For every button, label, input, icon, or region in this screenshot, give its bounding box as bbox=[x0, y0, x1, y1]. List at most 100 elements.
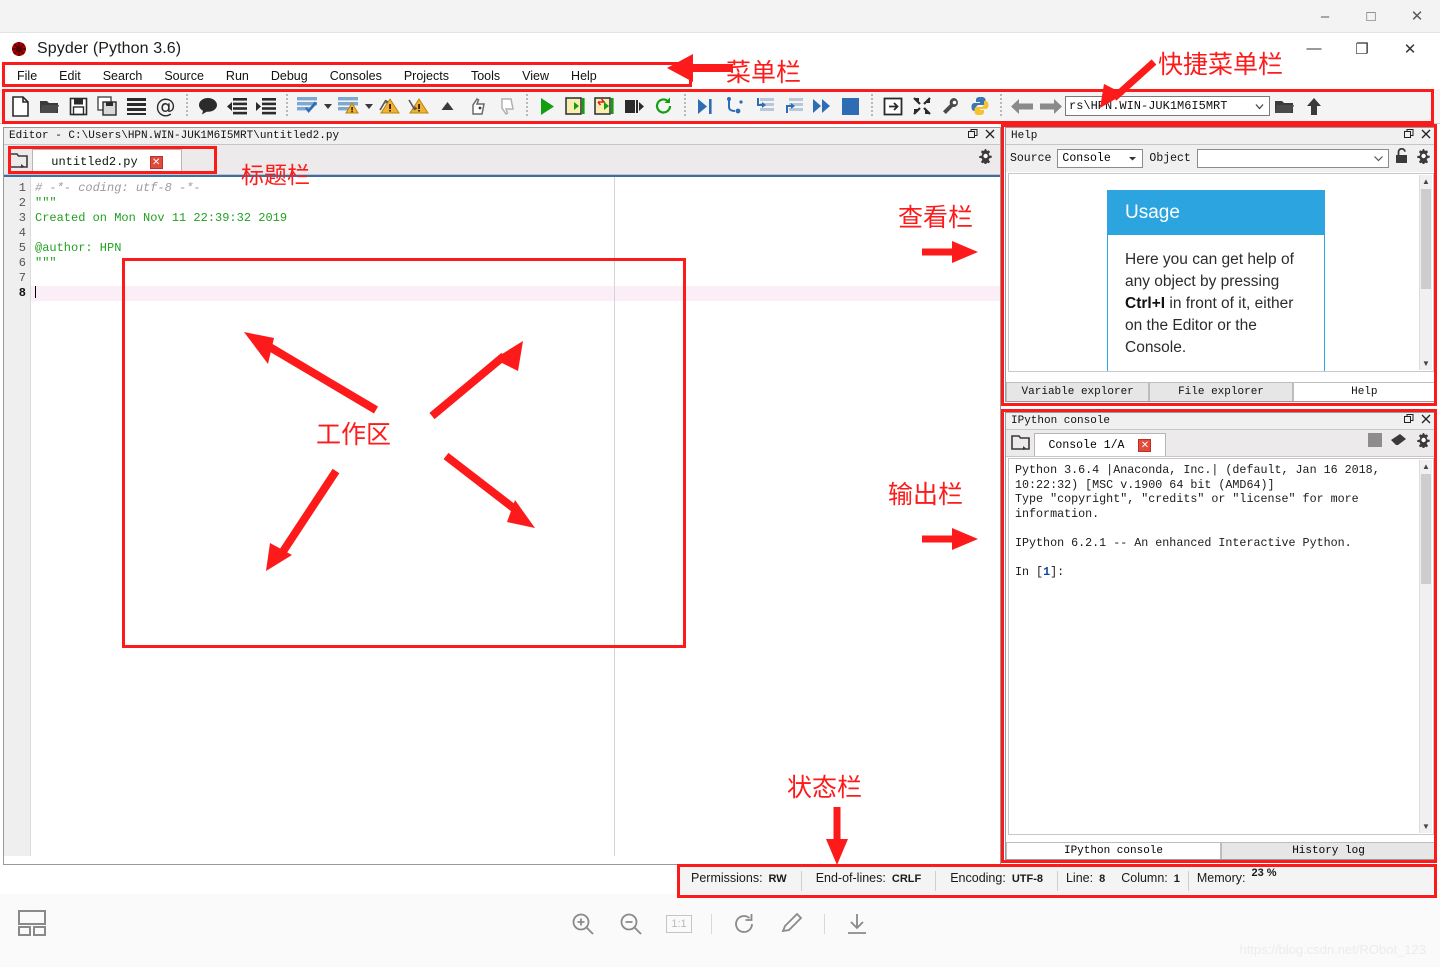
menu-edit[interactable]: Edit bbox=[48, 67, 92, 85]
editor-tab-close-button[interactable]: ✕ bbox=[149, 155, 163, 169]
console-tab-close-button[interactable]: ✕ bbox=[1138, 438, 1152, 452]
unindent-icon[interactable] bbox=[222, 91, 251, 121]
help-scroll-up-icon[interactable]: ▲ bbox=[1420, 175, 1432, 188]
save-file-icon[interactable] bbox=[64, 91, 93, 121]
menu-file[interactable]: File bbox=[6, 67, 48, 85]
status-encoding-value: UTF-8 bbox=[1011, 872, 1043, 885]
console-scrollbar[interactable]: ▲ ▼ bbox=[1419, 460, 1432, 833]
debug-file-icon[interactable] bbox=[691, 91, 720, 121]
warning-previous-icon[interactable] bbox=[375, 91, 404, 121]
file-list-icon[interactable] bbox=[122, 91, 151, 121]
run-warning-dropdown-caret-icon[interactable] bbox=[363, 91, 375, 121]
menu-search[interactable]: Search bbox=[92, 67, 154, 85]
editor-close-icon[interactable] bbox=[985, 129, 995, 143]
zoom-in-icon[interactable] bbox=[567, 908, 599, 940]
console-undock-icon[interactable] bbox=[1404, 414, 1414, 428]
step-over-icon[interactable] bbox=[749, 91, 778, 121]
console-clear-icon[interactable] bbox=[1391, 433, 1407, 452]
help-options-gear-icon[interactable] bbox=[1416, 148, 1432, 169]
menu-debug[interactable]: Debug bbox=[260, 67, 319, 85]
menu-consoles[interactable]: Consoles bbox=[319, 67, 393, 85]
run-warning-icon[interactable] bbox=[334, 91, 363, 121]
editor-text[interactable]: # -*- coding: utf-8 -*- """ Created on M… bbox=[31, 177, 1000, 856]
collapse-up-icon[interactable] bbox=[433, 91, 462, 121]
thumbs-up-icon[interactable] bbox=[462, 91, 491, 121]
warning-next-icon[interactable] bbox=[404, 91, 433, 121]
comment-icon[interactable] bbox=[193, 91, 222, 121]
fullscreen-icon[interactable] bbox=[907, 91, 936, 121]
spyder-minimize-button[interactable]: — bbox=[1290, 33, 1338, 64]
maximize-pane-icon[interactable] bbox=[878, 91, 907, 121]
run-file-icon[interactable] bbox=[533, 91, 562, 121]
help-close-icon[interactable] bbox=[1421, 129, 1431, 143]
back-icon[interactable] bbox=[1007, 91, 1036, 121]
help-source-select[interactable]: Console bbox=[1057, 149, 1144, 168]
console-tab-1a[interactable]: Console 1/A ✕ bbox=[1034, 433, 1166, 456]
console-browse-tabs-icon[interactable] bbox=[1006, 428, 1034, 456]
browse-directory-icon[interactable] bbox=[1270, 91, 1299, 121]
help-lock-icon[interactable] bbox=[1395, 147, 1410, 169]
edit-icon[interactable] bbox=[776, 908, 808, 940]
console-output-area[interactable]: Python 3.6.4 |Anaconda, Inc.| (default, … bbox=[1008, 458, 1434, 835]
indent-icon[interactable] bbox=[251, 91, 280, 121]
spyder-restore-button[interactable]: ❐ bbox=[1338, 33, 1386, 64]
viewer-close-button[interactable]: ✕ bbox=[1394, 0, 1440, 33]
menu-source[interactable]: Source bbox=[153, 67, 215, 85]
console-scroll-down-icon[interactable]: ▼ bbox=[1420, 820, 1432, 833]
re-run-icon[interactable] bbox=[649, 91, 678, 121]
viewer-maximize-button[interactable]: □ bbox=[1348, 0, 1394, 33]
thumbs-down-icon[interactable] bbox=[491, 91, 520, 121]
viewer-minimize-button[interactable]: – bbox=[1302, 0, 1348, 33]
open-file-icon[interactable] bbox=[35, 91, 64, 121]
tab-file-explorer[interactable]: File explorer bbox=[1149, 382, 1293, 401]
editor-code-area[interactable]: 1 2 3 4 5 6 7 8 # -*- coding: utf-8 -*- … bbox=[4, 175, 1000, 856]
actual-size-button[interactable]: 1:1 bbox=[663, 908, 695, 940]
console-stop-icon[interactable] bbox=[1368, 433, 1382, 452]
parent-directory-icon[interactable] bbox=[1299, 91, 1328, 121]
editor-options-gear-icon[interactable] bbox=[978, 148, 994, 169]
browse-tabs-icon[interactable] bbox=[4, 146, 32, 174]
tab-history-log[interactable]: History log bbox=[1221, 842, 1436, 859]
preferences-icon[interactable] bbox=[936, 91, 965, 121]
run-cell-advance-icon[interactable] bbox=[591, 91, 620, 121]
help-scroll-thumb[interactable] bbox=[1421, 189, 1431, 289]
run-cell-icon[interactable] bbox=[562, 91, 591, 121]
step-into-icon[interactable] bbox=[720, 91, 749, 121]
menu-run[interactable]: Run bbox=[215, 67, 260, 85]
console-scroll-thumb[interactable] bbox=[1421, 474, 1431, 584]
tab-ipython-console[interactable]: IPython console bbox=[1006, 842, 1221, 859]
console-close-icon[interactable] bbox=[1421, 414, 1431, 428]
spyder-close-button[interactable]: ✕ bbox=[1386, 33, 1434, 64]
zoom-out-icon[interactable] bbox=[615, 908, 647, 940]
at-icon[interactable]: @ bbox=[151, 91, 180, 121]
tab-help[interactable]: Help bbox=[1292, 382, 1436, 401]
working-directory-combobox[interactable]: rs\HPN.WIN-JUK1M6I5MRT bbox=[1065, 96, 1270, 116]
rotate-icon[interactable] bbox=[728, 908, 760, 940]
console-options-gear-icon[interactable] bbox=[1416, 432, 1432, 453]
run-selection-icon[interactable] bbox=[620, 91, 649, 121]
status-memory-label: Memory: bbox=[1196, 870, 1246, 885]
new-file-icon[interactable] bbox=[6, 91, 35, 121]
help-scroll-down-icon[interactable]: ▼ bbox=[1420, 357, 1432, 370]
editor-tab-untitled2[interactable]: untitled2.py ✕ bbox=[32, 149, 182, 174]
continue-icon[interactable] bbox=[807, 91, 836, 121]
editor-undock-icon[interactable] bbox=[968, 129, 978, 143]
pythonpath-icon[interactable] bbox=[965, 91, 994, 121]
menu-tools[interactable]: Tools bbox=[460, 67, 511, 85]
forward-icon[interactable] bbox=[1036, 91, 1065, 121]
menu-view[interactable]: View bbox=[511, 67, 560, 85]
menu-help[interactable]: Help bbox=[560, 67, 608, 85]
help-object-input[interactable] bbox=[1196, 149, 1389, 168]
help-undock-icon[interactable] bbox=[1404, 129, 1414, 143]
console-scroll-up-icon[interactable]: ▲ bbox=[1420, 460, 1432, 473]
run-cell-dropdown-caret-icon[interactable] bbox=[322, 91, 334, 121]
save-all-icon[interactable] bbox=[93, 91, 122, 121]
help-scrollbar[interactable]: ▲ ▼ bbox=[1419, 175, 1432, 370]
download-icon[interactable] bbox=[841, 908, 873, 940]
menu-projects[interactable]: Projects bbox=[393, 67, 460, 85]
tab-variable-explorer[interactable]: Variable explorer bbox=[1006, 382, 1150, 401]
stop-debug-icon[interactable] bbox=[836, 91, 865, 121]
status-line-value: 8 bbox=[1099, 872, 1106, 885]
step-return-icon[interactable] bbox=[778, 91, 807, 121]
run-cell-check-icon[interactable] bbox=[293, 91, 322, 121]
